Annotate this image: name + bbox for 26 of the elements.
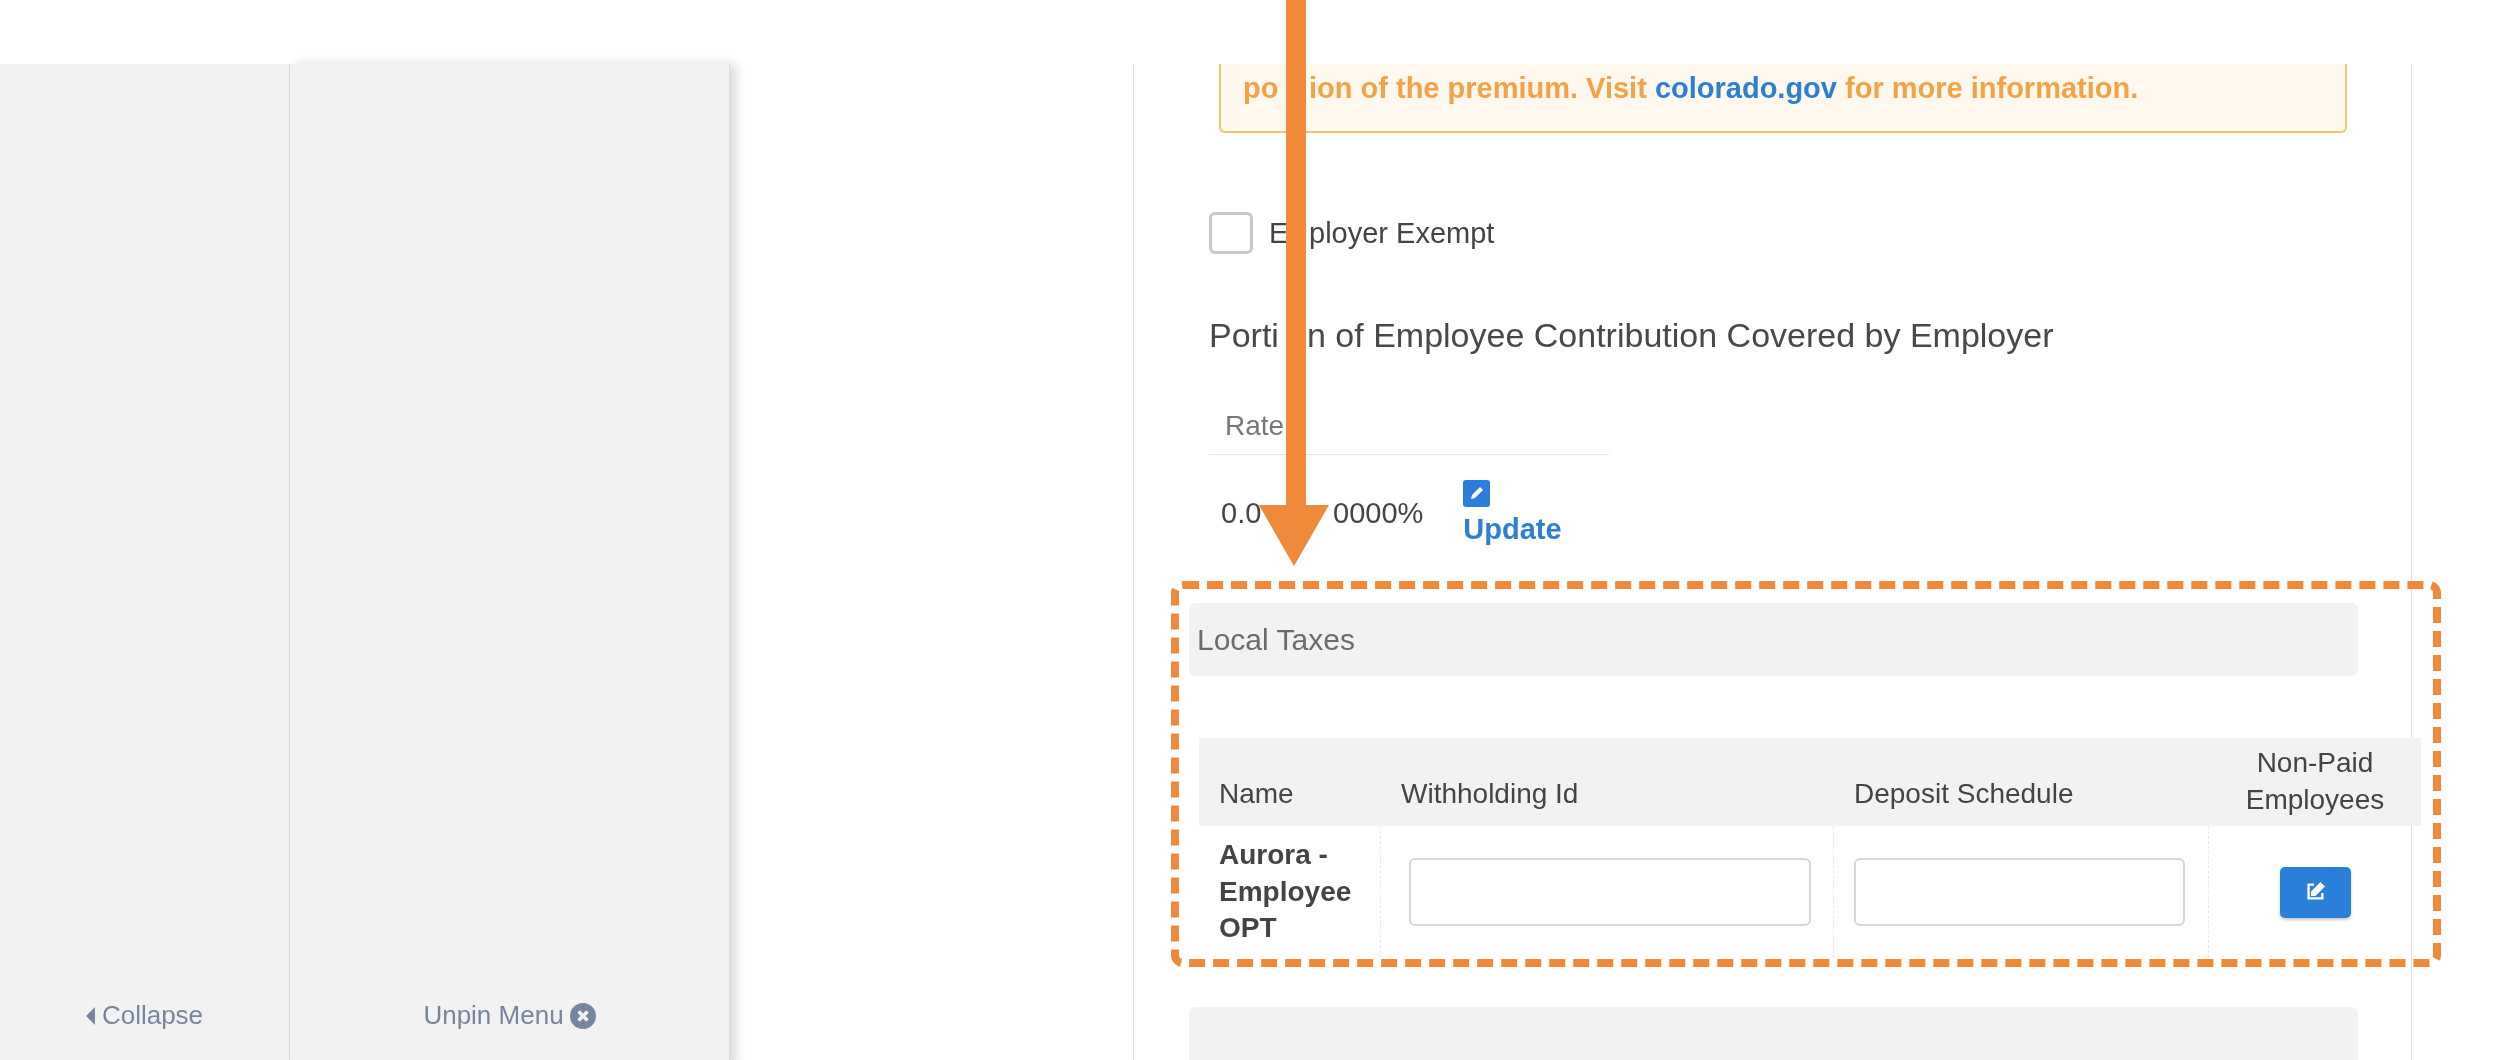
- deposit-schedule-field[interactable]: [1854, 858, 2185, 926]
- checkbox-label: ployer Exempt: [1309, 216, 1495, 250]
- column-header: Deposit Schedule: [1834, 738, 2209, 826]
- section-title: Local Taxes: [1189, 603, 2358, 676]
- table-cell-text: Aurora - Employee OPT: [1219, 838, 1353, 946]
- close-circle-icon: [569, 1002, 596, 1029]
- column-header: Name: [1199, 738, 1381, 826]
- update-link[interactable]: Update: [1463, 513, 1562, 546]
- rate-value: 0.0: [1221, 496, 1262, 529]
- notice-text: po: [1243, 72, 1280, 105]
- rate-value: 0000%: [1333, 496, 1424, 530]
- caret-left-icon: [85, 1006, 96, 1025]
- column-header: Withholding Id: [1381, 738, 1834, 826]
- employer-exempt-checkbox[interactable]: [1209, 212, 1253, 254]
- checkbox-label: E: [1269, 216, 1289, 249]
- section-heading: n of Employee Contribution Covered by Employer: [1307, 316, 2054, 355]
- edit-icon: [2304, 881, 2326, 903]
- edit-icon: [1463, 480, 1491, 507]
- unpin-menu-button[interactable]: Unpin Menu: [423, 1000, 596, 1031]
- withholding-id-field[interactable]: [1409, 858, 1811, 926]
- colorado-link[interactable]: colorado.gov: [1654, 72, 1837, 104]
- edit-button[interactable]: [2279, 866, 2351, 918]
- notice-text: ion of the premium. Visit colorado.gov for more information.: [1309, 72, 2139, 105]
- collapse-button[interactable]: Collapse: [85, 1000, 204, 1031]
- column-header: Non-Paid Employees: [2209, 738, 2421, 826]
- section-heading: Porti: [1209, 316, 1279, 354]
